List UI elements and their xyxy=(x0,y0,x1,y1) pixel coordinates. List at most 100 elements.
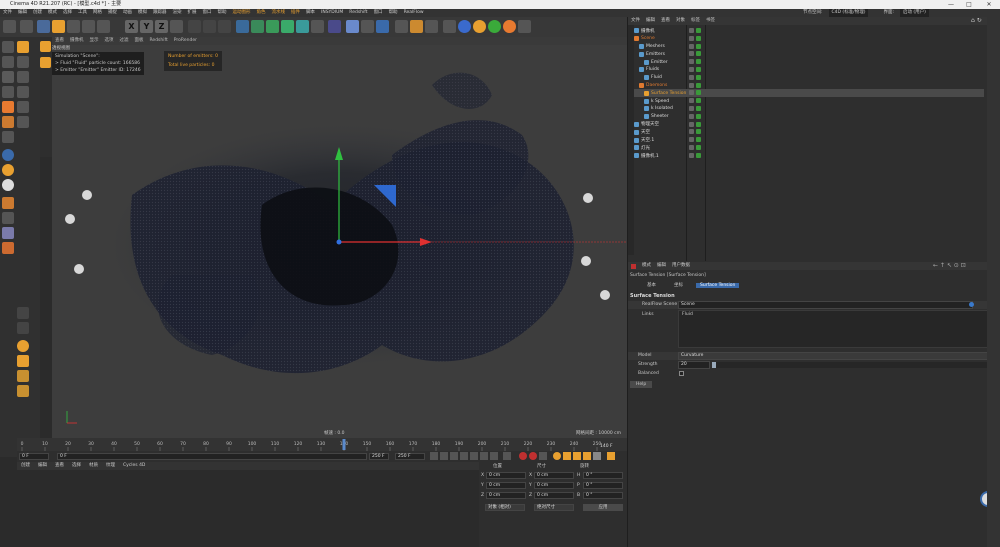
visibility-dot[interactable] xyxy=(689,66,694,72)
object-label[interactable]: Daemons xyxy=(646,83,667,88)
attribute-menu-item[interactable]: 用户数据 xyxy=(672,262,690,270)
enabled-check[interactable] xyxy=(696,137,701,143)
tab-surface-tension[interactable]: Surface Tension xyxy=(696,282,740,288)
material-menu-item[interactable]: 创建 xyxy=(21,462,30,470)
menu-extension-item[interactable]: INSYDIUM xyxy=(321,9,343,17)
object-label[interactable]: 天空.1 xyxy=(641,137,654,143)
blue-plugin-icon[interactable] xyxy=(2,149,14,161)
visibility-dot[interactable] xyxy=(689,28,694,33)
subdivision-icon[interactable] xyxy=(266,20,279,33)
visibility-dot[interactable] xyxy=(689,35,694,41)
object-tree-row[interactable]: Emitter xyxy=(634,58,984,66)
object-label[interactable]: Scene xyxy=(641,36,655,41)
enabled-check[interactable] xyxy=(696,98,701,104)
object-label[interactable]: Fluids xyxy=(646,67,659,72)
arc-icon[interactable] xyxy=(17,355,29,367)
playhead[interactable] xyxy=(342,439,346,450)
timeline[interactable]: 0102030405060708090100110120130140150160… xyxy=(17,438,627,451)
object-label[interactable]: k Isolated xyxy=(651,106,673,111)
enabled-check[interactable] xyxy=(696,35,701,41)
key-scale-icon[interactable] xyxy=(563,452,571,460)
rotation-field[interactable]: 0 ° xyxy=(583,472,623,479)
rotate-icon[interactable] xyxy=(82,20,95,33)
close-button[interactable]: ✕ xyxy=(982,0,996,9)
object-label[interactable]: Emitters xyxy=(646,52,665,57)
tab-coord[interactable]: 坐标 xyxy=(669,282,688,288)
menu-extension-item[interactable]: 帮助 xyxy=(389,9,398,17)
viewport-menu-item[interactable]: 过滤 xyxy=(120,37,129,45)
play-icon[interactable] xyxy=(460,452,468,460)
key-param-icon[interactable] xyxy=(583,452,591,460)
node-space-select[interactable]: C4D (标准/物理) xyxy=(828,9,869,17)
edges-mode-icon[interactable] xyxy=(17,71,29,83)
object-tree-row[interactable]: 天空 xyxy=(634,128,984,136)
model-mode-icon[interactable] xyxy=(17,41,29,53)
go-to-start-icon[interactable] xyxy=(430,452,438,460)
enabled-check[interactable] xyxy=(696,51,701,57)
object-menu-item[interactable]: 文件 xyxy=(631,17,640,25)
visibility-dot[interactable] xyxy=(689,98,694,104)
apply-button[interactable]: 应用 xyxy=(583,504,623,511)
next-frame-icon[interactable] xyxy=(470,452,478,460)
object-tree-row[interactable]: 摄像机 xyxy=(634,27,984,35)
strength-slider[interactable] xyxy=(712,362,987,368)
viewport-menu-item[interactable]: 查看 xyxy=(55,37,64,45)
object-menu-item[interactable]: 书签 xyxy=(706,17,715,25)
visibility-dot[interactable] xyxy=(689,90,694,96)
object-tree-row[interactable]: Fluids xyxy=(634,66,984,74)
tab-basic[interactable]: 基本 xyxy=(642,282,661,288)
polygons-mode-icon[interactable] xyxy=(2,86,14,98)
visibility-dot[interactable] xyxy=(689,59,694,65)
object-menu-item[interactable]: 编辑 xyxy=(646,17,655,25)
enabled-check[interactable] xyxy=(696,113,701,119)
white-plugin-icon[interactable] xyxy=(2,179,14,191)
uv-mode-icon[interactable] xyxy=(17,86,29,98)
render-view-icon[interactable] xyxy=(188,20,201,33)
object-tree-row[interactable]: Daemons xyxy=(634,82,984,90)
visibility-dot[interactable] xyxy=(689,152,694,158)
plugin-b-icon[interactable] xyxy=(473,20,486,33)
object-label[interactable]: Emitter xyxy=(651,60,668,65)
object-tree-row[interactable]: Surface Tension xyxy=(634,89,984,98)
sculpt-icon[interactable] xyxy=(2,212,14,224)
enabled-check[interactable] xyxy=(696,129,701,135)
autokey-icon[interactable] xyxy=(529,452,537,460)
slider-handle[interactable] xyxy=(712,362,716,368)
xparticles-icon[interactable] xyxy=(410,20,423,33)
scene-link-field[interactable]: Scene xyxy=(678,301,973,309)
bodypaint-icon[interactable] xyxy=(2,242,14,254)
enabled-check[interactable] xyxy=(696,43,701,49)
object-tree-row[interactable]: 摄像机.1 xyxy=(634,152,984,160)
maximize-button[interactable]: □ xyxy=(962,0,976,9)
layout-icon[interactable] xyxy=(346,20,359,33)
axis-mode-icon[interactable] xyxy=(17,101,29,113)
object-label[interactable]: Surface Tension xyxy=(651,91,686,96)
object-label[interactable]: Fluid xyxy=(651,75,662,80)
visibility-dot[interactable] xyxy=(689,51,694,57)
cube-icon[interactable] xyxy=(236,20,249,33)
object-label[interactable]: 摄像机.1 xyxy=(641,153,659,159)
coord-system-icon[interactable] xyxy=(170,20,183,33)
move-subtool-icon[interactable] xyxy=(40,41,51,52)
menu-extension-item[interactable]: 运动图形 xyxy=(233,9,251,17)
links-list[interactable]: Fluid xyxy=(678,310,988,348)
key-pla-icon[interactable] xyxy=(593,452,601,460)
end-frame-field[interactable]: 250 F xyxy=(395,453,425,460)
link-icon[interactable] xyxy=(969,302,974,307)
solo-icon[interactable] xyxy=(17,116,29,128)
menu-item[interactable]: 工具 xyxy=(78,9,87,17)
grid-icon[interactable] xyxy=(443,20,456,33)
menu-item[interactable]: 编辑 xyxy=(18,9,27,17)
menu-item[interactable]: 选择 xyxy=(63,9,72,17)
object-menu-item[interactable]: 查看 xyxy=(661,17,670,25)
object-label[interactable]: 摄像机 xyxy=(641,28,655,34)
viewport-menu-item[interactable]: ProRender xyxy=(174,37,197,45)
visibility-dot[interactable] xyxy=(689,121,694,127)
curve-icon[interactable] xyxy=(17,370,29,382)
material-menu-item[interactable]: 编辑 xyxy=(38,462,47,470)
menu-extension-item[interactable]: 脚本 xyxy=(306,9,315,17)
model-select[interactable]: Curvature xyxy=(678,352,988,360)
recent-tool-icon[interactable] xyxy=(97,20,110,33)
loop-icon[interactable] xyxy=(503,452,511,460)
points-mode-icon[interactable] xyxy=(2,71,14,83)
